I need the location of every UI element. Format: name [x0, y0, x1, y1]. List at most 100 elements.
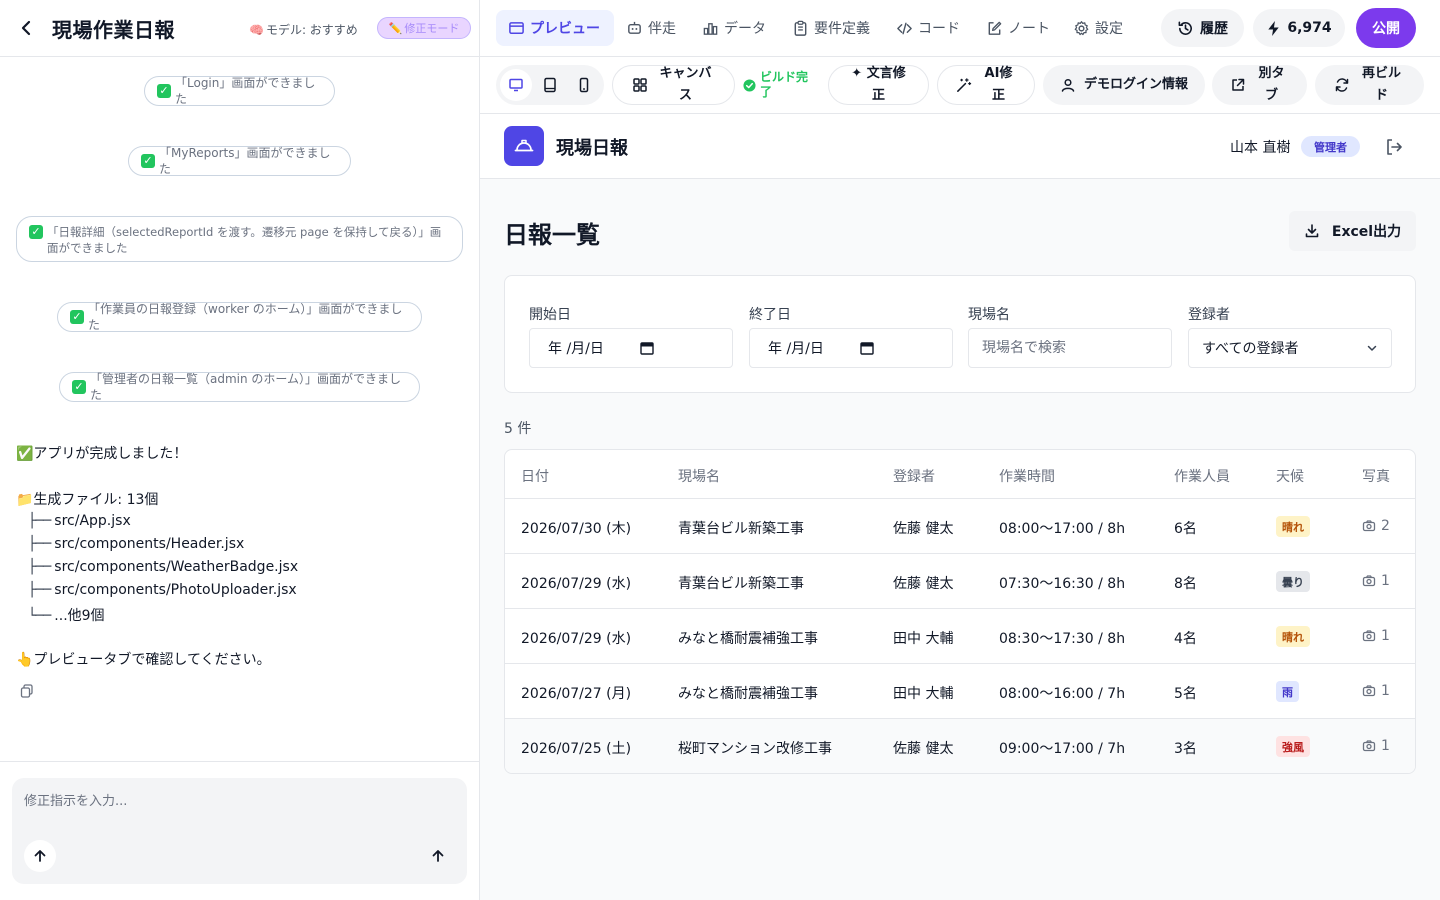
- back-button[interactable]: [16, 17, 38, 39]
- status-pill: ✓ 「作業員の日報登録（worker のホーム）」画面ができました: [57, 302, 422, 332]
- photo-count: 1: [1381, 573, 1390, 589]
- table-row[interactable]: 2026/07/29 (水) 青葉台ビル新築工事 佐藤 健太 07:30〜16:30 …: [505, 554, 1415, 609]
- calendar-icon: [640, 342, 654, 355]
- tab-settings[interactable]: 設定: [1061, 10, 1135, 46]
- refresh-icon: [1335, 78, 1348, 92]
- wand-icon: [956, 77, 971, 92]
- row-registrant: 佐藤 健太: [893, 576, 954, 592]
- camera-icon: [1362, 630, 1376, 642]
- row-workers: 6名: [1174, 521, 1197, 537]
- open-new-tab-button[interactable]: 別タブ: [1212, 65, 1307, 105]
- rebuild-button[interactable]: 再ビルド: [1315, 65, 1424, 105]
- table-row[interactable]: 2026/07/27 (月) みなと橋耐震補強工事 田中 大輔 08:00〜16:00…: [505, 664, 1415, 719]
- history-button[interactable]: 履歴: [1161, 9, 1244, 47]
- arrow-up-icon: [34, 850, 46, 862]
- divider: [0, 761, 480, 762]
- chat-header: 現場作業日報 🧠 モデル: おすすめ ✏️ 修正モード: [0, 0, 480, 57]
- table-row[interactable]: 2026/07/30 (木) 青葉台ビル新築工事 佐藤 健太 08:00〜17:00 …: [505, 499, 1415, 554]
- site-name-field: [968, 328, 1172, 368]
- start-date-input[interactable]: 年 /月/日: [529, 328, 733, 368]
- demo-login-label: デモログイン情報: [1084, 77, 1189, 92]
- attach-button[interactable]: [24, 840, 56, 872]
- tab-notes[interactable]: ノート: [974, 10, 1062, 46]
- row-photos: 1: [1362, 738, 1390, 754]
- send-button[interactable]: [422, 840, 454, 872]
- tab-requirements[interactable]: 要件定義: [780, 10, 882, 46]
- brain-icon: 🧠: [249, 22, 264, 37]
- table-row[interactable]: 2026/07/29 (水) みなと橋耐震補強工事 田中 大輔 08:30〜17:30…: [505, 609, 1415, 664]
- model-selector[interactable]: 🧠 モデル: おすすめ: [249, 21, 358, 38]
- chart-icon: [703, 22, 718, 35]
- camera-icon: [1362, 575, 1376, 587]
- tab-code[interactable]: コード: [884, 10, 972, 46]
- chevron-down-icon: [1367, 345, 1377, 351]
- project-title: 現場作業日報: [52, 18, 175, 42]
- page-title: 日報一覧: [504, 221, 600, 249]
- row-date: 2026/07/25 (土): [521, 741, 632, 757]
- end-date-label: 終了日: [749, 307, 791, 323]
- copy-fix-button[interactable]: ✦ 文言修正: [828, 65, 929, 105]
- open-new-tab-label: 別タブ: [1258, 66, 1285, 103]
- build-status: ビルド完了: [743, 69, 815, 101]
- excel-export-button[interactable]: Excel出力: [1289, 211, 1416, 251]
- registrant-select[interactable]: すべての登録者: [1188, 328, 1392, 368]
- column-header: 写真: [1362, 469, 1390, 485]
- site-name-label: 現場名: [968, 307, 1010, 323]
- grid-icon: [632, 78, 647, 92]
- publish-button[interactable]: 公開: [1356, 8, 1416, 48]
- row-work-time: 07:30〜16:30 / 8h: [999, 576, 1126, 592]
- site-name-input[interactable]: [982, 340, 1158, 356]
- tab-preview[interactable]: プレビュー: [496, 10, 614, 46]
- camera-icon: [1362, 520, 1376, 532]
- monitor-icon: [509, 21, 524, 34]
- history-icon: [1178, 21, 1192, 35]
- tab-companion[interactable]: 伴走: [614, 10, 688, 46]
- tab-label: データ: [724, 21, 766, 37]
- column-header: 現場名: [678, 469, 720, 485]
- hint-message: 👆プレビュータブで確認してください。: [16, 652, 271, 668]
- tab-data[interactable]: データ: [690, 10, 778, 46]
- file-item: └── ...他9個: [28, 608, 105, 624]
- composer: [12, 778, 467, 884]
- weather-badge: 雨: [1276, 681, 1299, 702]
- fix-mode-toggle[interactable]: ✏️ 修正モード: [377, 17, 471, 39]
- arrow-up-icon: [432, 850, 444, 862]
- row-site: みなと橋耐震補強工事: [678, 631, 818, 647]
- canvas-button[interactable]: キャンバス: [612, 65, 735, 105]
- end-date-input[interactable]: 年 /月/日: [749, 328, 953, 368]
- camera-icon: [1362, 740, 1376, 752]
- file-name: src/components/WeatherBadge.jsx: [54, 559, 299, 575]
- preview-toolbar: キャンバス ビルド完了 ✦ 文言修正 AI修正 デモログイン情報 別タブ 再ビル…: [480, 57, 1440, 114]
- photo-count: 1: [1381, 738, 1390, 754]
- rebuild-label: 再ビルド: [1361, 66, 1401, 103]
- row-date: 2026/07/27 (月): [521, 686, 632, 702]
- copy-fix-text: 文言修正: [866, 66, 906, 103]
- generated-files-heading: 📁生成ファイル: 13個: [16, 492, 159, 508]
- external-link-icon: [1231, 78, 1244, 91]
- status-pill: ✓ 「日報詳細（selectedReportId を渡す。遷移元 page を保持…: [16, 216, 463, 262]
- device-switcher: [496, 65, 604, 105]
- credits-button[interactable]: 6,974: [1253, 9, 1345, 47]
- ai-fix-button[interactable]: AI修正: [937, 65, 1035, 105]
- copy-button[interactable]: [20, 684, 36, 700]
- fix-mode-label: 修正モード: [404, 22, 460, 35]
- device-tablet-button[interactable]: [534, 69, 566, 101]
- copy-fix-label: ✦ 文言修正: [846, 63, 912, 107]
- app-logo: [504, 126, 544, 166]
- device-phone-button[interactable]: [568, 69, 600, 101]
- start-date-value: 年 /月/日: [548, 341, 604, 357]
- pill-text: 「MyReports」画面ができました: [159, 146, 331, 176]
- row-work-time: 09:00〜17:00 / 7h: [999, 741, 1126, 757]
- table-row[interactable]: 2026/07/25 (土) 桜町マンション改修工事 佐藤 健太 09:00〜17:0…: [505, 719, 1415, 773]
- row-photos: 1: [1362, 628, 1390, 644]
- column-header: 天候: [1276, 469, 1304, 485]
- start-date-label: 開始日: [529, 307, 571, 323]
- camera-icon: [1362, 685, 1376, 697]
- device-desktop-button[interactable]: [500, 69, 532, 101]
- demo-login-button[interactable]: デモログイン情報: [1043, 65, 1205, 105]
- tablet-icon: [544, 77, 556, 93]
- logout-button[interactable]: [1382, 135, 1406, 159]
- instruction-input[interactable]: [24, 790, 454, 830]
- history-label: 履歴: [1200, 21, 1228, 37]
- file-name: src/components/PhotoUploader.jsx: [54, 582, 297, 598]
